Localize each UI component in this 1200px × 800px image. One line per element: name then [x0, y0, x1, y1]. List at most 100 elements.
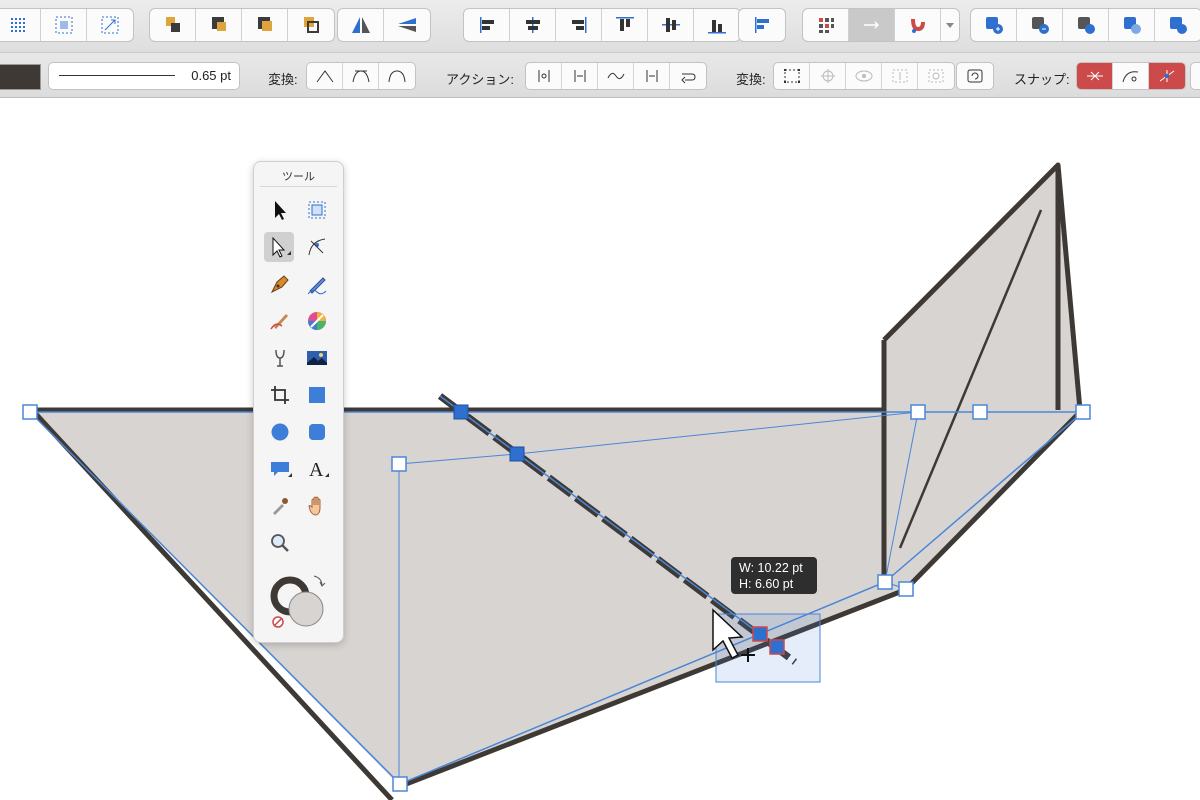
- transform-scale-icon[interactable]: [882, 63, 918, 89]
- main-toolbar: [0, 0, 1200, 53]
- transform-rotate-icon[interactable]: [918, 63, 954, 89]
- stroke-preview-line: [59, 75, 175, 76]
- corner-tool-icon[interactable]: [302, 232, 332, 262]
- rounded-rect-tool-icon[interactable]: [302, 417, 332, 447]
- svg-text:A: A: [309, 459, 324, 481]
- stroke-width-value: 0.65 pt: [191, 68, 231, 83]
- boolean-xor-icon[interactable]: [1109, 9, 1155, 41]
- snap-to-curve-icon[interactable]: [1113, 63, 1149, 89]
- flip-vertical-icon[interactable]: [384, 9, 430, 41]
- stroke-width-field[interactable]: 0.65 pt: [48, 62, 240, 90]
- reverse-curve-icon[interactable]: [670, 63, 706, 89]
- snapping-dropdown-icon[interactable]: [941, 9, 959, 41]
- node-left[interactable]: [22, 404, 38, 420]
- fill-tool-icon[interactable]: [265, 343, 295, 373]
- break-curve-icon[interactable]: [526, 63, 562, 89]
- selected-node-mid[interactable]: [509, 446, 525, 462]
- boolean-group: [970, 8, 1200, 42]
- select-all-icon[interactable]: [0, 9, 41, 41]
- boolean-add-icon[interactable]: [971, 9, 1017, 41]
- snapping-group: [802, 8, 960, 42]
- action-label: アクション:: [446, 72, 514, 87]
- tools-palette-title: ツール: [282, 171, 315, 183]
- selected-node-top[interactable]: [453, 404, 469, 420]
- node-tool-icon[interactable]: [264, 232, 294, 262]
- arrange-backward-icon[interactable]: [196, 9, 242, 41]
- document-canvas[interactable]: [0, 98, 1200, 800]
- color-picker-icon[interactable]: [265, 491, 295, 521]
- pencil-tool-icon[interactable]: [302, 269, 332, 299]
- node-bottom[interactable]: [392, 776, 408, 792]
- selection-group: [0, 8, 134, 42]
- palette-divider: [260, 186, 337, 187]
- handle-node-right[interactable]: [972, 404, 988, 420]
- rectangle-tool-icon[interactable]: [302, 380, 332, 410]
- node-right[interactable]: [1075, 404, 1091, 420]
- tooltip-width: W: 10.22 pt: [739, 561, 803, 575]
- snapped-node-a[interactable]: [752, 626, 768, 642]
- align-right-icon[interactable]: [556, 9, 602, 41]
- transform-select-icon[interactable]: [87, 9, 133, 41]
- align-top-icon[interactable]: [602, 9, 648, 41]
- magnet-icon[interactable]: [895, 9, 941, 41]
- tooltip-height: H: 6.60 pt: [739, 577, 794, 591]
- distribute-icon[interactable]: [739, 9, 785, 41]
- side-panel-fill: [884, 165, 1080, 590]
- color-wells[interactable]: [268, 572, 330, 632]
- tools-palette: ツール A: [253, 161, 344, 643]
- snapped-node-b[interactable]: [769, 639, 785, 655]
- transform-view-icon[interactable]: [846, 63, 882, 89]
- crop-tool-icon[interactable]: [265, 380, 295, 410]
- ellipse-tool-icon[interactable]: [265, 417, 295, 447]
- dimension-tooltip: W: 10.22 pt H: 6.60 pt: [731, 557, 817, 594]
- arrange-forward-icon[interactable]: [242, 9, 288, 41]
- hand-tool-icon[interactable]: [302, 491, 332, 521]
- transform-reset-icon[interactable]: [957, 63, 993, 89]
- vector-brush-icon[interactable]: [265, 306, 295, 336]
- select-grid-icon[interactable]: [41, 9, 87, 41]
- flip-horizontal-icon[interactable]: [338, 9, 384, 41]
- color-wheel-icon[interactable]: [302, 306, 332, 336]
- artboard-tool-icon[interactable]: [302, 195, 332, 225]
- arrange-group: [149, 8, 335, 42]
- node-lower-right[interactable]: [877, 574, 893, 590]
- arrange-front-icon[interactable]: [288, 9, 334, 41]
- align-bottom-icon[interactable]: [694, 9, 740, 41]
- pen-tool-icon[interactable]: [265, 269, 295, 299]
- smart-node-icon[interactable]: [379, 63, 415, 89]
- speech-bubble-tool-icon[interactable]: [265, 454, 295, 484]
- boolean-intersect-icon[interactable]: [1063, 9, 1109, 41]
- snap-grid-icon[interactable]: [803, 9, 849, 41]
- handle-node-top[interactable]: [910, 404, 926, 420]
- snap-more-group: [1190, 62, 1200, 90]
- place-image-icon[interactable]: [302, 343, 332, 373]
- action-group: [525, 62, 707, 90]
- snap-label: スナップ:: [1014, 72, 1070, 87]
- close-curve-icon[interactable]: [634, 63, 670, 89]
- smooth-node-icon[interactable]: [343, 63, 379, 89]
- smooth-curves-icon[interactable]: [598, 63, 634, 89]
- zoom-tool-icon[interactable]: [265, 528, 295, 558]
- stroke-color-swatch[interactable]: [0, 64, 41, 90]
- distribute-group: [738, 8, 786, 42]
- transform-label: 変換:: [736, 72, 766, 87]
- transform-bbox-icon[interactable]: [774, 63, 810, 89]
- convert-label: 変換:: [268, 72, 298, 87]
- arrange-back-icon[interactable]: [150, 9, 196, 41]
- context-toolbar: 0.65 pt 変換: アクション: 変換: スナップ:: [0, 53, 1200, 98]
- align-left-icon[interactable]: [464, 9, 510, 41]
- snap-to-handles-icon[interactable]: [1149, 63, 1185, 89]
- handle-node-left[interactable]: [391, 456, 407, 472]
- join-curves-icon[interactable]: [562, 63, 598, 89]
- boolean-subtract-icon[interactable]: [1017, 9, 1063, 41]
- sharp-node-icon[interactable]: [307, 63, 343, 89]
- snap-arrow-icon[interactable]: [849, 9, 895, 41]
- text-tool-icon[interactable]: A: [302, 454, 332, 484]
- transform-origin-icon[interactable]: [810, 63, 846, 89]
- snap-to-nodes-icon[interactable]: [1077, 63, 1113, 89]
- boolean-divide-icon[interactable]: [1155, 9, 1200, 41]
- handle-node-lower[interactable]: [898, 581, 914, 597]
- align-center-icon[interactable]: [510, 9, 556, 41]
- align-middle-icon[interactable]: [648, 9, 694, 41]
- move-tool-icon[interactable]: [265, 195, 295, 225]
